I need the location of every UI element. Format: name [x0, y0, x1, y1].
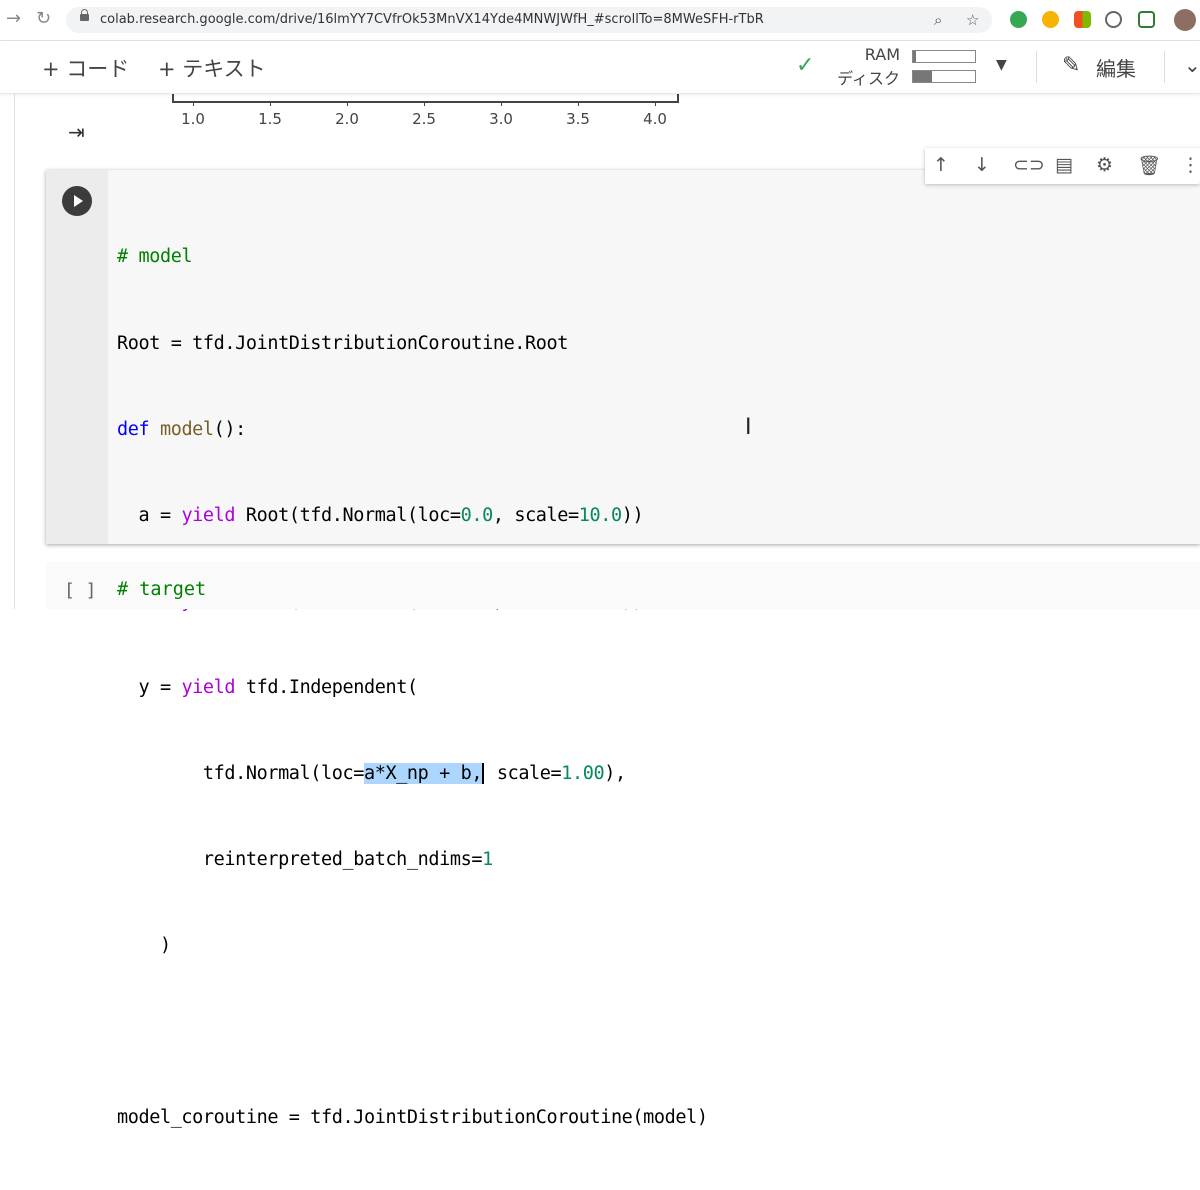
- pencil-icon[interactable]: ✎: [1062, 53, 1080, 78]
- url-text[interactable]: colab.research.google.com/drive/16lmYY7C…: [100, 12, 764, 27]
- x-tick: [655, 101, 656, 106]
- code-cell[interactable]: # model Root = tfd.JointDistributionCoro…: [46, 170, 1200, 1128]
- cell-gutter: [46, 170, 108, 544]
- x-tick: [347, 101, 348, 106]
- star-icon[interactable]: ☆: [966, 11, 979, 29]
- arrow-up-icon[interactable]: ↑: [933, 154, 949, 176]
- x-tick-label: 1.0: [181, 110, 205, 128]
- cell-toolbar: ↑ ↓ ⊂⊃ ▤ ⚙ 🗑 ⋮: [925, 148, 1200, 184]
- code-line: a = yield Root(tfd.Normal(loc=0.0, scale…: [117, 504, 644, 526]
- divider: [1164, 51, 1165, 83]
- code-token: model: [159, 418, 214, 440]
- back-arrow-icon[interactable]: →: [6, 8, 21, 29]
- add-code-button[interactable]: + コード: [42, 53, 129, 83]
- browser-bar: → ↻ colab.research.google.com/drive/16lm…: [0, 0, 1200, 41]
- more-icon[interactable]: ⋮: [1181, 154, 1200, 176]
- chevron-down-icon[interactable]: ⌄: [1184, 53, 1200, 77]
- gear-icon[interactable]: ⚙: [1096, 154, 1113, 176]
- code-line: model_coroutine = tfd.JointDistributionC…: [117, 1107, 708, 1129]
- code-cell-next[interactable]: [ ] # target: [46, 562, 1200, 609]
- ram-meter[interactable]: [912, 50, 976, 63]
- x-tick: [270, 101, 271, 106]
- x-tick: [193, 101, 194, 106]
- code-token: yield: [181, 676, 236, 698]
- chevron-down-icon[interactable]: ▼: [996, 57, 1007, 73]
- colab-toolbar: + コード + テキスト ✓ RAM ディスク ▼ ✎ 編集 ⌄: [0, 41, 1200, 94]
- notebook-left-border: [14, 93, 15, 609]
- extension-icon[interactable]: [1138, 11, 1155, 28]
- lock-icon: [80, 9, 89, 21]
- address-bar[interactable]: colab.research.google.com/drive/16lmYY7C…: [66, 7, 992, 33]
- x-tick-label: 3.0: [489, 110, 513, 128]
- code-line: tfd.Normal(loc=a*X_np + b, scale=1.00),: [117, 762, 626, 784]
- zoom-icon[interactable]: ⌕: [934, 11, 942, 29]
- code-line: y = yield tfd.Independent(: [117, 676, 418, 698]
- code-line: # model: [117, 246, 193, 268]
- run-icon[interactable]: [62, 186, 92, 216]
- code-token: 0.0: [460, 504, 494, 526]
- code-line: ): [117, 935, 171, 957]
- disk-label: ディスク: [837, 69, 900, 88]
- x-tick-label: 4.0: [643, 110, 667, 128]
- x-tick: [501, 101, 502, 106]
- x-tick-label: 2.0: [335, 110, 359, 128]
- extension-icon[interactable]: [1010, 11, 1027, 28]
- text-cursor-icon: I: [745, 415, 752, 440]
- x-tick: [578, 101, 579, 106]
- trash-icon[interactable]: 🗑: [1137, 154, 1161, 177]
- x-tick-label: 2.5: [412, 110, 436, 128]
- extension-icon[interactable]: [1042, 11, 1059, 28]
- avatar[interactable]: [1174, 9, 1196, 31]
- code-token: 10.0: [578, 504, 622, 526]
- code-line: Root = tfd.JointDistributionCoroutine.Ro…: [117, 332, 568, 354]
- link-icon[interactable]: ⊂⊃: [1013, 154, 1045, 176]
- x-tick: [424, 101, 425, 106]
- disk-meter[interactable]: [912, 70, 976, 83]
- code-token: 1.00: [561, 762, 605, 784]
- code-line: reinterpreted_batch_ndims=1: [117, 849, 493, 871]
- disk-meter-fill: [913, 71, 932, 82]
- output-icon[interactable]: ⇥: [68, 120, 85, 144]
- check-icon: ✓: [796, 53, 815, 78]
- plot-axes: [172, 93, 679, 103]
- x-tick-label: 1.5: [258, 110, 282, 128]
- divider: [1036, 51, 1037, 83]
- reload-icon[interactable]: ↻: [36, 8, 51, 29]
- selected-text: a*X_np + b,: [363, 762, 485, 784]
- extension-icon[interactable]: [1105, 11, 1122, 28]
- code-line[interactable]: # target: [117, 579, 206, 600]
- ram-meter-fill: [913, 51, 917, 62]
- run-bracket[interactable]: [ ]: [64, 580, 97, 601]
- extension-icon[interactable]: [1074, 11, 1091, 28]
- add-text-button[interactable]: + テキスト: [158, 53, 266, 83]
- code-token: yield: [181, 504, 236, 526]
- arrow-down-icon[interactable]: ↓: [974, 154, 990, 176]
- edit-button[interactable]: 編集: [1096, 53, 1136, 82]
- code-line: def model():: [117, 418, 246, 440]
- ram-label: RAM: [864, 45, 900, 64]
- x-tick-label: 3.5: [566, 110, 590, 128]
- code-editor[interactable]: # model Root = tfd.JointDistributionCoro…: [117, 186, 708, 1190]
- code-token: 1: [482, 849, 493, 871]
- code-token: def: [117, 418, 150, 440]
- comment-icon[interactable]: ▤: [1055, 154, 1073, 176]
